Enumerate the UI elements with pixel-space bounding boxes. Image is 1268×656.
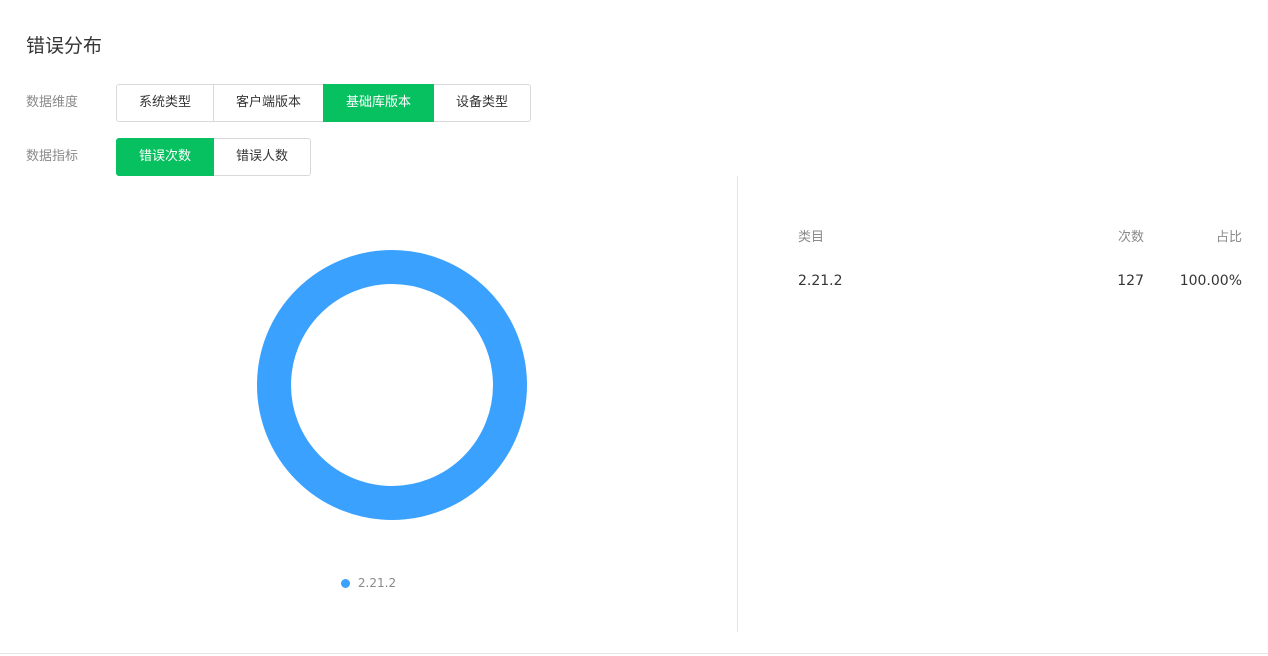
dimension-segmented-control: 系统类型 客户端版本 基础库版本 设备类型 xyxy=(116,84,532,122)
metric-label: 数据指标 xyxy=(26,149,79,164)
chart-legend: 2.21.2 xyxy=(0,576,737,590)
table-row: 2.21.2 127 100.00% xyxy=(798,268,1242,294)
dimension-option-system-type[interactable]: 系统类型 xyxy=(116,84,215,122)
metric-segmented-control: 错误次数 错误人数 xyxy=(116,138,312,176)
metric-option-error-users[interactable]: 错误人数 xyxy=(213,138,312,176)
donut-slice[interactable] xyxy=(257,250,527,520)
header-category: 类目 xyxy=(798,229,825,245)
metric-option-error-count[interactable]: 错误次数 xyxy=(116,138,215,176)
row-count: 127 xyxy=(1117,273,1144,289)
vertical-divider xyxy=(737,176,738,632)
header-count: 次数 xyxy=(1117,229,1144,245)
dimension-option-base-library-version[interactable]: 基础库版本 xyxy=(323,84,435,122)
row-ratio: 100.00% xyxy=(1179,273,1242,289)
dimension-option-client-version[interactable]: 客户端版本 xyxy=(213,84,325,122)
legend-label[interactable]: 2.21.2 xyxy=(358,576,396,590)
donut-chart xyxy=(257,250,527,520)
legend-dot xyxy=(340,578,350,588)
distribution-table: 类目 次数 占比 2.21.2 127 100.00% xyxy=(798,222,1242,294)
page-title: 错误分布 xyxy=(26,35,103,57)
bottom-border xyxy=(0,653,1268,654)
dimension-option-device-type[interactable]: 设备类型 xyxy=(433,84,532,122)
dimension-label: 数据维度 xyxy=(26,95,79,110)
donut-chart-area: 2.21.2 xyxy=(0,176,737,632)
error-distribution-page: 错误分布 数据维度 系统类型 客户端版本 基础库版本 设备类型 数据指标 错误次… xyxy=(0,0,1268,656)
table-header-row: 类目 次数 占比 xyxy=(798,222,1242,248)
header-ratio: 占比 xyxy=(1215,229,1242,245)
row-category: 2.21.2 xyxy=(798,273,843,289)
